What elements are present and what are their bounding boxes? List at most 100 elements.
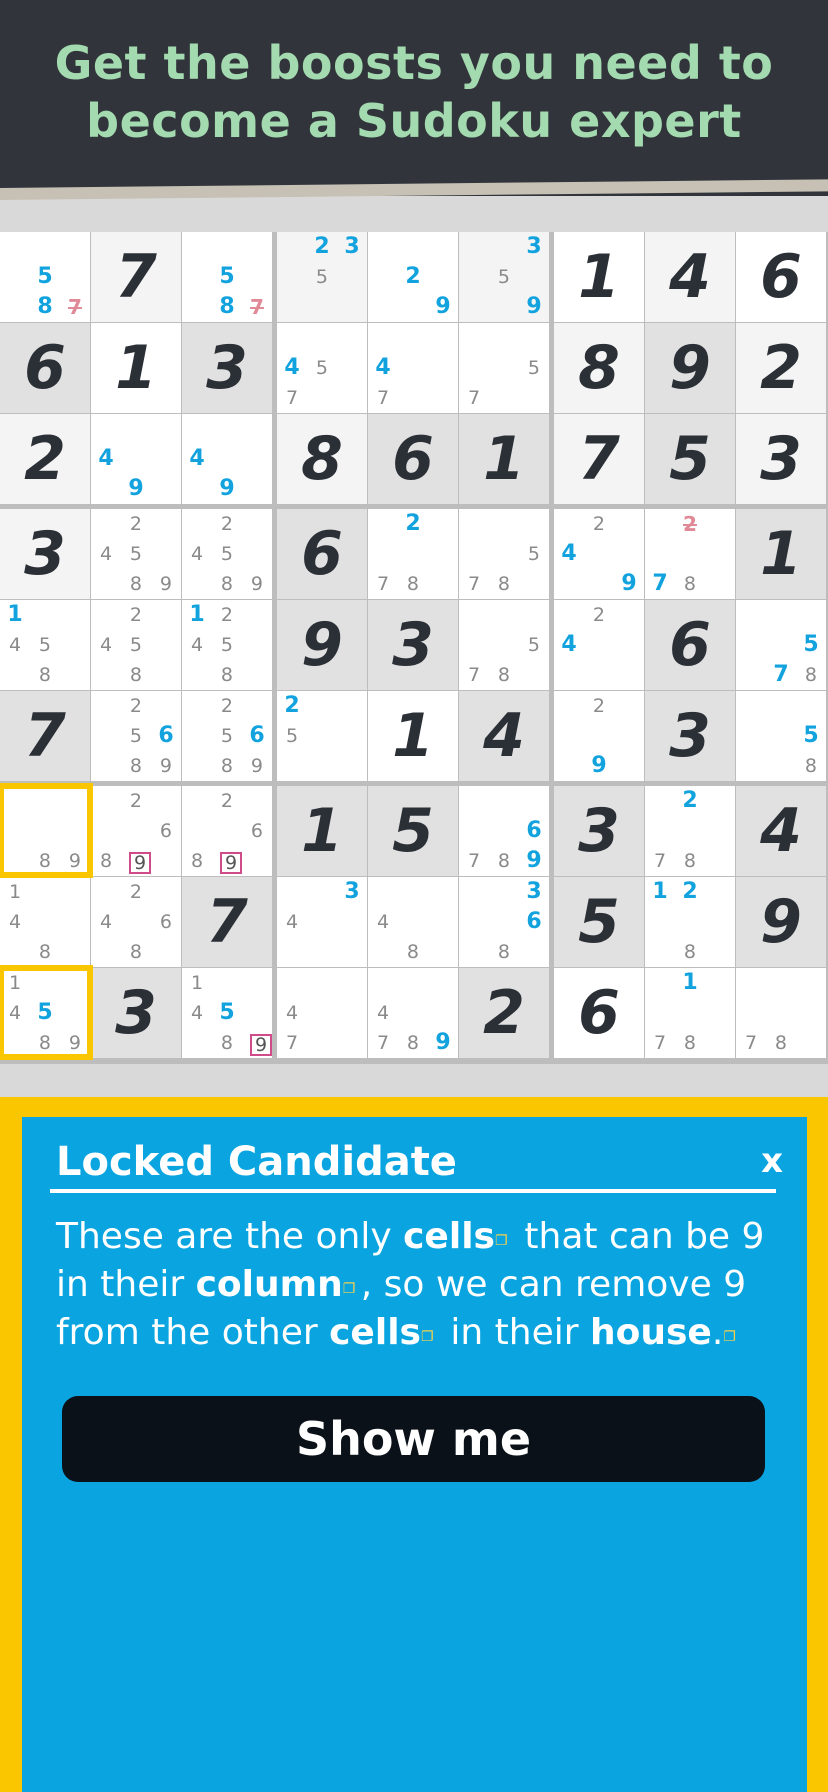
sudoku-cell-r2c7[interactable]: 8 xyxy=(554,323,644,413)
sudoku-cell-r9c5[interactable]: 4 789 xyxy=(368,968,458,1058)
sudoku-cell-r2c8[interactable]: 9 xyxy=(645,323,735,413)
sudoku-cell-r5c7[interactable]: 24 xyxy=(554,600,644,690)
given-digit: 1 xyxy=(115,333,157,403)
sudoku-cell-r1c2[interactable]: 7 xyxy=(91,232,181,322)
candidate-note: 2 xyxy=(220,512,234,535)
sudoku-cell-r8c1[interactable]: 1 48 xyxy=(0,877,90,967)
sudoku-cell-r3c4[interactable]: 8 xyxy=(277,414,367,504)
show-me-button[interactable]: Show me xyxy=(62,1396,765,1482)
sudoku-cell-r1c1[interactable]: 5 87 xyxy=(0,232,90,322)
sudoku-cell-r7c4[interactable]: 1 xyxy=(277,786,367,876)
sudoku-cell-r7c2[interactable]: 26 89 xyxy=(91,786,181,876)
sudoku-cell-r4c8[interactable]: 2 78 xyxy=(645,509,735,599)
sudoku-cell-r5c6[interactable]: 5 78 xyxy=(459,600,549,690)
sudoku-cell-r5c5[interactable]: 3 xyxy=(368,600,458,690)
glossary-link-column[interactable]: column xyxy=(196,1264,343,1305)
sudoku-cell-r1c3[interactable]: 5 87 xyxy=(182,232,272,322)
sudoku-cell-r8c4[interactable]: 34 xyxy=(277,877,367,967)
sudoku-cell-r2c4[interactable]: 457 xyxy=(277,323,367,413)
sudoku-cell-r3c1[interactable]: 2 xyxy=(0,414,90,504)
sudoku-cell-r3c3[interactable]: 49 xyxy=(182,414,272,504)
glossary-link-house[interactable]: house xyxy=(590,1312,712,1353)
sudoku-cell-r9c9[interactable]: 78 xyxy=(736,968,826,1058)
sudoku-cell-r6c8[interactable]: 3 xyxy=(645,691,735,781)
sudoku-cell-r1c8[interactable]: 4 xyxy=(645,232,735,322)
sudoku-cell-r3c5[interactable]: 6 xyxy=(368,414,458,504)
sudoku-cell-r1c9[interactable]: 6 xyxy=(736,232,826,322)
sudoku-cell-r7c1[interactable]: 89 xyxy=(0,786,90,876)
sudoku-cell-r7c8[interactable]: 2 78 xyxy=(645,786,735,876)
sudoku-cell-r7c6[interactable]: 6 789 xyxy=(459,786,549,876)
sudoku-cell-r2c6[interactable]: 57 xyxy=(459,323,549,413)
sudoku-cell-r7c7[interactable]: 3 xyxy=(554,786,644,876)
sudoku-cell-r6c6[interactable]: 4 xyxy=(459,691,549,781)
given-digit: 3 xyxy=(24,519,66,589)
sudoku-cell-r5c9[interactable]: 578 xyxy=(736,600,826,690)
sudoku-cell-r1c4[interactable]: 235 xyxy=(277,232,367,322)
sudoku-cell-r4c9[interactable]: 1 xyxy=(736,509,826,599)
candidate-note: 5 xyxy=(497,265,511,288)
candidate-note: 4 xyxy=(375,355,391,381)
candidate-note: 4 xyxy=(98,446,114,472)
glossary-link-cells[interactable]: cells xyxy=(403,1216,495,1257)
close-button[interactable]: x xyxy=(761,1141,783,1181)
sudoku-cell-r9c7[interactable]: 6 xyxy=(554,968,644,1058)
candidate-note: 2 xyxy=(682,879,698,905)
given-digit: 9 xyxy=(301,610,343,680)
sudoku-cell-r8c7[interactable]: 5 xyxy=(554,877,644,967)
candidate-note: 5 xyxy=(38,633,52,656)
sudoku-cell-r5c3[interactable]: 1245 8 xyxy=(182,600,272,690)
sudoku-cell-r8c3[interactable]: 7 xyxy=(182,877,272,967)
sudoku-cell-r9c8[interactable]: 1 78 xyxy=(645,968,735,1058)
sudoku-cell-r9c2[interactable]: 3 xyxy=(91,968,181,1058)
sudoku-cell-r9c3[interactable]: 1 45 89 xyxy=(182,968,272,1058)
candidate-note: 3 xyxy=(526,234,542,260)
sudoku-cell-r8c2[interactable]: 24 68 xyxy=(91,877,181,967)
sudoku-cell-r6c5[interactable]: 1 xyxy=(368,691,458,781)
sudoku-cell-r8c6[interactable]: 3 68 xyxy=(459,877,549,967)
sudoku-cell-r4c1[interactable]: 3 xyxy=(0,509,90,599)
sudoku-cell-r6c2[interactable]: 2 5689 xyxy=(91,691,181,781)
sudoku-cell-r9c6[interactable]: 2 xyxy=(459,968,549,1058)
sudoku-cell-r2c1[interactable]: 6 xyxy=(0,323,90,413)
sudoku-cell-r2c9[interactable]: 2 xyxy=(736,323,826,413)
sudoku-cell-r8c5[interactable]: 48 xyxy=(368,877,458,967)
sudoku-cell-r4c6[interactable]: 5 78 xyxy=(459,509,549,599)
sudoku-cell-r3c9[interactable]: 3 xyxy=(736,414,826,504)
candidate-note: 4 xyxy=(8,910,22,933)
sudoku-cell-r3c6[interactable]: 1 xyxy=(459,414,549,504)
sudoku-cell-r9c1[interactable]: 1 45 89 xyxy=(0,968,90,1058)
sudoku-cell-r2c5[interactable]: 47 xyxy=(368,323,458,413)
sudoku-cell-r4c3[interactable]: 245 89 xyxy=(182,509,272,599)
sudoku-cell-r8c8[interactable]: 12 8 xyxy=(645,877,735,967)
sudoku-cell-r5c4[interactable]: 9 xyxy=(277,600,367,690)
sudoku-cell-r1c7[interactable]: 1 xyxy=(554,232,644,322)
sudoku-cell-r3c8[interactable]: 5 xyxy=(645,414,735,504)
sudoku-cell-r6c3[interactable]: 2 5689 xyxy=(182,691,272,781)
candidate-note: 5 xyxy=(219,1000,235,1026)
sudoku-cell-r2c3[interactable]: 3 xyxy=(182,323,272,413)
sudoku-cell-r4c4[interactable]: 6 xyxy=(277,509,367,599)
sudoku-cell-r6c9[interactable]: 58 xyxy=(736,691,826,781)
sudoku-cell-r6c4[interactable]: 25 xyxy=(277,691,367,781)
sudoku-cell-r5c8[interactable]: 6 xyxy=(645,600,735,690)
sudoku-cell-r6c1[interactable]: 7 xyxy=(0,691,90,781)
candidate-note: 6 xyxy=(249,723,265,749)
sudoku-cell-r5c1[interactable]: 1 45 8 xyxy=(0,600,90,690)
sudoku-cell-r6c7[interactable]: 29 xyxy=(554,691,644,781)
sudoku-cell-r7c3[interactable]: 26 89 xyxy=(182,786,272,876)
sudoku-cell-r7c5[interactable]: 5 xyxy=(368,786,458,876)
sudoku-cell-r3c2[interactable]: 49 xyxy=(91,414,181,504)
sudoku-cell-r8c9[interactable]: 9 xyxy=(736,877,826,967)
sudoku-cell-r2c2[interactable]: 1 xyxy=(91,323,181,413)
sudoku-cell-r9c4[interactable]: 47 xyxy=(277,968,367,1058)
sudoku-cell-r4c5[interactable]: 2 78 xyxy=(368,509,458,599)
sudoku-cell-r3c7[interactable]: 7 xyxy=(554,414,644,504)
sudoku-cell-r7c9[interactable]: 4 xyxy=(736,786,826,876)
sudoku-cell-r1c5[interactable]: 29 xyxy=(368,232,458,322)
glossary-link-cells[interactable]: cells xyxy=(329,1312,421,1353)
sudoku-cell-r5c2[interactable]: 245 8 xyxy=(91,600,181,690)
sudoku-cell-r4c2[interactable]: 245 89 xyxy=(91,509,181,599)
sudoku-cell-r4c7[interactable]: 24 9 xyxy=(554,509,644,599)
sudoku-cell-r1c6[interactable]: 359 xyxy=(459,232,549,322)
